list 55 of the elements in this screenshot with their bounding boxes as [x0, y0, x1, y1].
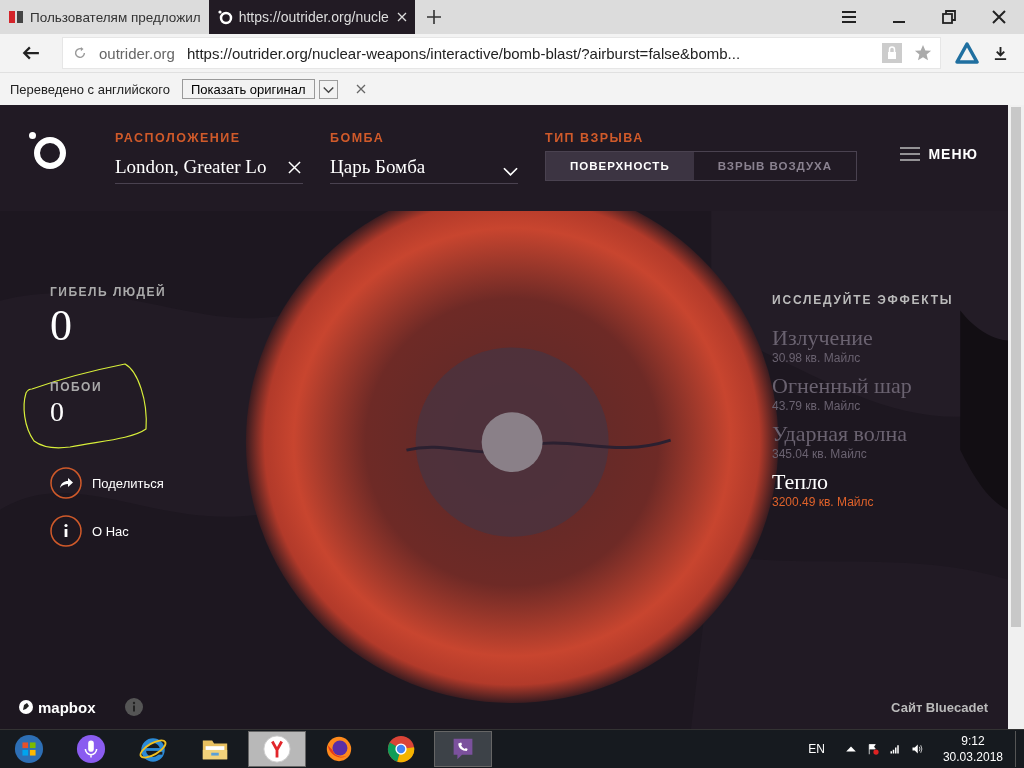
microphone-icon: [76, 734, 106, 764]
mapbox-logo-icon: [18, 699, 34, 715]
blast-type-tab[interactable]: ВЗРЫВ ВОЗДУХА: [693, 152, 857, 180]
menu-icon: [900, 147, 921, 161]
ring-icon: [216, 9, 233, 25]
map-attribution[interactable]: mapbox: [18, 698, 96, 716]
field-label: БОМБА: [330, 131, 386, 145]
speaker-icon[interactable]: [910, 743, 923, 755]
language-indicator[interactable]: EN: [808, 742, 825, 756]
show-original-button[interactable]: Показать оригинал: [181, 79, 315, 99]
restore-icon[interactable]: [941, 9, 957, 25]
browser-tab[interactable]: https://outrider.org/nucle: [208, 0, 415, 34]
new-tab-icon[interactable]: [426, 10, 441, 24]
menu-icon[interactable]: [841, 9, 857, 25]
ring-logo-icon[interactable]: [28, 131, 68, 171]
url-text: https://outrider.org/nuclear-weapons/interactive/bomb-blast/?airburst=false&bomb...: [186, 44, 741, 62]
stat-value: 0: [50, 300, 73, 352]
info-icon: [50, 515, 82, 547]
credit-link[interactable]: Сайт Bluecadet: [891, 699, 988, 715]
menu-button[interactable]: МЕНЮ: [894, 145, 984, 163]
y-logo-icon: [262, 734, 292, 764]
clear-icon[interactable]: [288, 160, 301, 174]
download-icon[interactable]: [993, 45, 1008, 61]
reload-icon[interactable]: [73, 46, 87, 60]
action-link[interactable]: О Нас: [50, 515, 167, 547]
field-label: ТИП ВЗРЫВА: [545, 131, 645, 145]
bomb-dropdown[interactable]: Царь Бомба: [330, 151, 518, 184]
close-icon[interactable]: [991, 9, 1007, 25]
signal-bars-icon[interactable]: [888, 743, 901, 755]
translation-notice: Переведено с английского: [10, 81, 170, 97]
site-logo-icon: [8, 9, 24, 25]
caret-icon: [503, 167, 518, 177]
star-icon[interactable]: [914, 44, 932, 62]
triangle-logo-icon[interactable]: [955, 41, 979, 65]
start-orb-icon: [14, 734, 44, 764]
back-arrow-icon[interactable]: [22, 44, 40, 62]
browser-tab[interactable]: Пользователям предложил: [0, 0, 209, 34]
effect-item[interactable]: Тепло 3200.49 кв. Майлс: [772, 469, 954, 509]
chrome-logo-icon: [386, 734, 416, 764]
action-link[interactable]: Поделиться: [50, 467, 167, 499]
flag-icon[interactable]: [866, 743, 879, 755]
field-label: РАСПОЛОЖЕНИЕ: [115, 131, 242, 145]
scrollbar[interactable]: [1008, 105, 1024, 729]
site-domain: outrider.org: [99, 44, 175, 62]
section-heading: ИССЛЕДУЙТЕ ЭФФЕКТЫ: [772, 293, 954, 307]
location-field[interactable]: London, Greater Lo: [115, 151, 303, 184]
address-field[interactable]: outrider.org https://outrider.org/nuclear-weapons/interactive/bomb-blast/?airburst=false&bomb...: [62, 37, 941, 69]
share-icon: [50, 467, 82, 499]
fox-globe-icon: [324, 734, 354, 764]
blast-type-tab[interactable]: ПОВЕРХНОСТЬ: [546, 152, 694, 180]
clock[interactable]: 9:12 30.03.2018: [942, 733, 1003, 765]
caret-icon[interactable]: [318, 79, 338, 99]
stat-label: ГИБЕЛЬ ЛЮДЕЙ: [50, 285, 167, 299]
stat-value: 0: [50, 395, 65, 429]
stat-label: ПОБОИ: [50, 380, 104, 394]
